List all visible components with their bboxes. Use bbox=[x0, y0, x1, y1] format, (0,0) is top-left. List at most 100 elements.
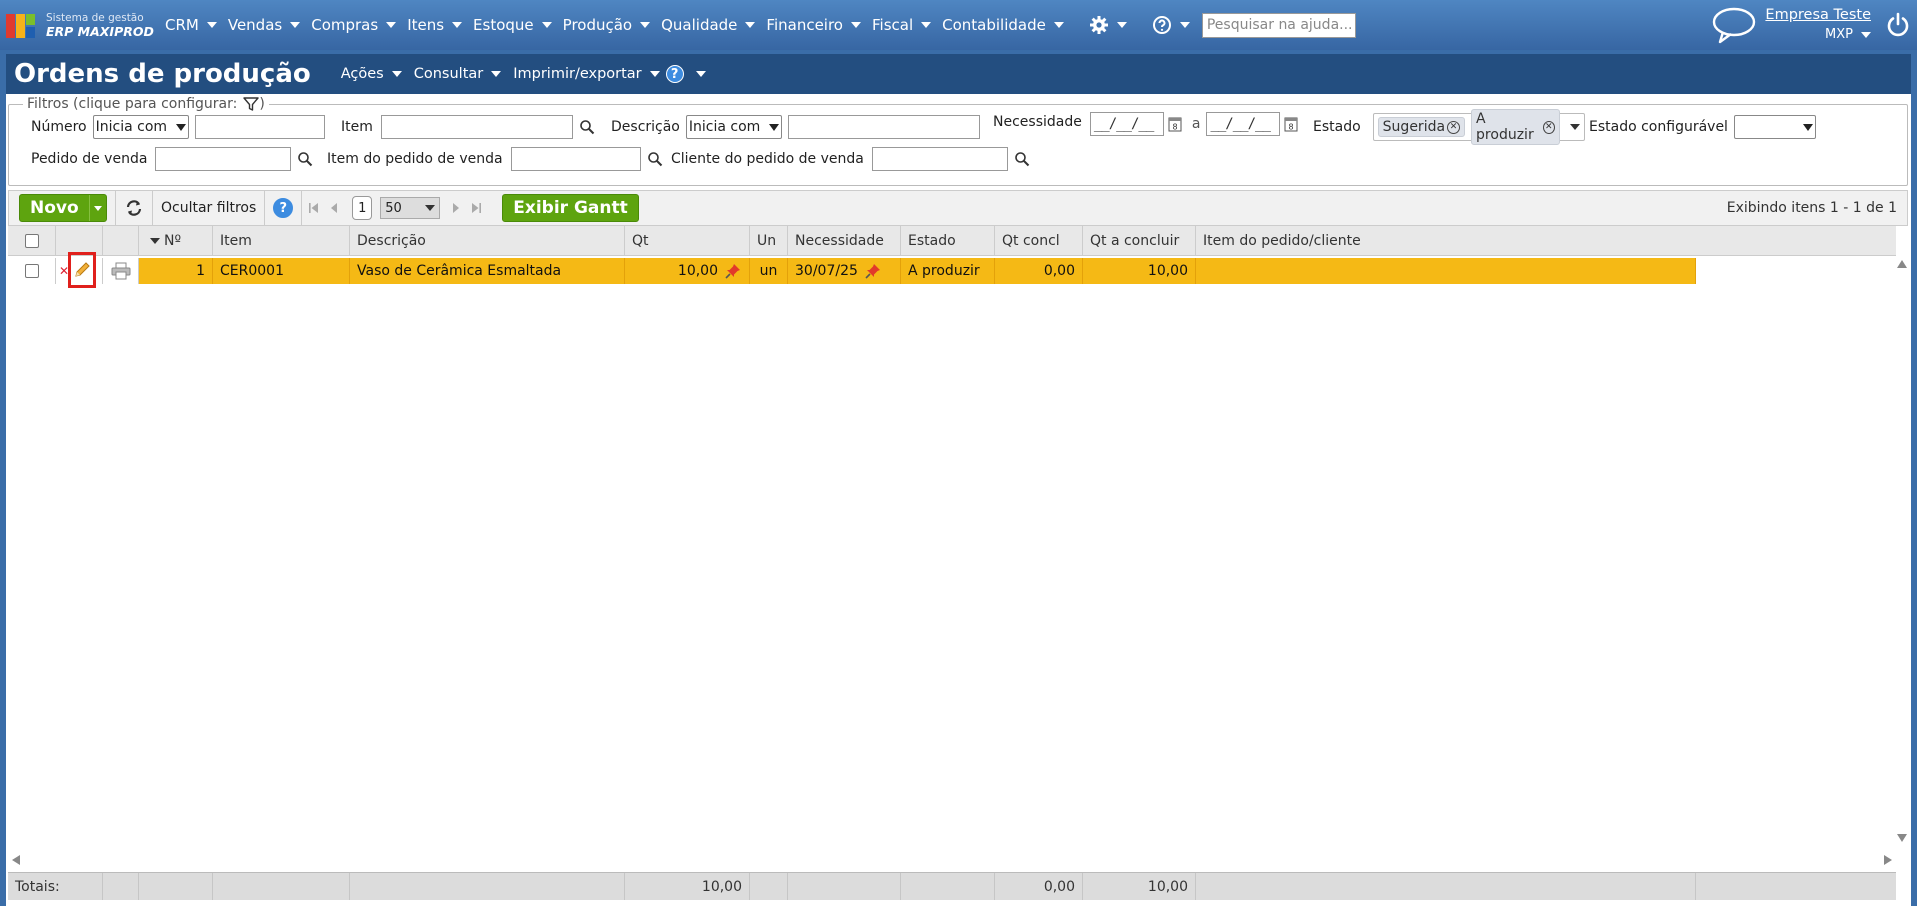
column-header-item[interactable]: Item bbox=[213, 226, 350, 255]
numero-input[interactable] bbox=[194, 115, 325, 139]
help-menu[interactable] bbox=[1138, 15, 1190, 35]
top-navigation-bar: Sistema de gestão ERP MAXIPROD CRM Venda… bbox=[0, 0, 1917, 50]
table-row[interactable]: ✕ 1 CER0001 Vaso de Cerâmica Esmaltada 1… bbox=[8, 252, 1696, 288]
search-icon[interactable] bbox=[1014, 151, 1030, 167]
menu-financeiro[interactable]: Financeiro bbox=[766, 16, 861, 34]
edit-button[interactable] bbox=[68, 252, 96, 288]
estado-multiselect[interactable]: Sugerida ✕ A produzir ✕ bbox=[1372, 109, 1585, 145]
exibir-gantt-button[interactable]: Exibir Gantt bbox=[502, 194, 639, 222]
remove-tag-icon[interactable]: ✕ bbox=[1447, 120, 1461, 134]
estado-configuravel-select[interactable] bbox=[1733, 115, 1816, 139]
chat-bubble-icon[interactable] bbox=[1711, 5, 1757, 45]
menu-crm[interactable]: CRM bbox=[165, 16, 217, 34]
records-count: Exibindo itens 1 - 1 de 1 bbox=[1726, 200, 1897, 216]
hide-filters-button[interactable]: Ocultar filtros bbox=[153, 200, 264, 216]
column-header-un[interactable]: Un bbox=[750, 226, 788, 255]
page-size-select[interactable]: 50 bbox=[380, 197, 441, 219]
column-header-qt[interactable]: Qt bbox=[625, 226, 750, 255]
search-icon[interactable] bbox=[647, 151, 663, 167]
column-header-necessidade[interactable]: Necessidade bbox=[788, 226, 901, 255]
vertical-scrollbar[interactable] bbox=[1896, 256, 1908, 846]
search-icon[interactable] bbox=[297, 151, 313, 167]
pedido-venda-input[interactable] bbox=[155, 147, 292, 171]
total-qt-a-concluir: 10,00 bbox=[1083, 873, 1196, 900]
logo-icon bbox=[6, 10, 42, 40]
column-header-qt-a-concluir[interactable]: Qt a concluir bbox=[1083, 226, 1196, 255]
help-icon: ? bbox=[665, 65, 684, 83]
menu-imprimir-exportar[interactable]: Imprimir/exportar bbox=[513, 66, 660, 82]
item-input[interactable] bbox=[380, 115, 573, 139]
pin-icon[interactable] bbox=[864, 262, 882, 280]
menu-producao[interactable]: Produção bbox=[563, 16, 651, 34]
chevron-down-icon bbox=[851, 22, 861, 28]
chevron-down-icon bbox=[541, 22, 552, 28]
printer-icon[interactable] bbox=[111, 262, 131, 280]
company-link[interactable]: Empresa Teste bbox=[1765, 7, 1871, 23]
chevron-down-icon bbox=[921, 22, 932, 28]
estado-tag: A produzir ✕ bbox=[1471, 109, 1560, 145]
descricao-label: Descrição bbox=[611, 119, 680, 135]
column-header-estado[interactable]: Estado bbox=[901, 226, 995, 255]
cell-qt: 10,00 bbox=[625, 258, 750, 284]
row-print-cell bbox=[103, 258, 139, 284]
refresh-icon[interactable] bbox=[124, 198, 144, 218]
novo-dropdown-toggle[interactable] bbox=[88, 195, 106, 221]
filters-legend[interactable]: Filtros (clique para configurar: ) bbox=[23, 96, 269, 112]
page-header: Ordens de produção Ações Consultar Impri… bbox=[6, 54, 1911, 94]
filters-panel: Filtros (clique para configurar: ) Númer… bbox=[8, 96, 1908, 186]
help-search-input[interactable] bbox=[1201, 12, 1356, 38]
descricao-mode-select[interactable]: Inicia com bbox=[685, 115, 782, 139]
menu-compras[interactable]: Compras bbox=[311, 16, 397, 34]
column-header-numero[interactable]: Nº bbox=[139, 226, 213, 255]
necessidade-to-input[interactable]: __/__/__ bbox=[1206, 112, 1281, 136]
page-number-input[interactable]: 1 bbox=[352, 196, 373, 220]
sort-desc-icon bbox=[150, 237, 160, 244]
calendar-icon[interactable]: 8 bbox=[1168, 116, 1182, 132]
menu-vendas[interactable]: Vendas bbox=[228, 16, 301, 34]
remove-tag-icon[interactable]: ✕ bbox=[1542, 120, 1555, 134]
item-pedido-input[interactable] bbox=[510, 147, 641, 171]
first-page-icon[interactable] bbox=[308, 202, 320, 214]
descricao-input[interactable] bbox=[787, 115, 980, 139]
menu-itens[interactable]: Itens bbox=[407, 16, 463, 34]
cliente-pedido-input[interactable] bbox=[871, 147, 1008, 171]
next-page-icon[interactable] bbox=[450, 202, 462, 214]
numero-mode-select[interactable]: Inicia com bbox=[92, 115, 189, 139]
column-header-qt-concl[interactable]: Qt concl bbox=[995, 226, 1083, 255]
settings-menu[interactable] bbox=[1075, 15, 1127, 35]
menu-contabilidade[interactable]: Contabilidade bbox=[942, 16, 1064, 34]
funnel-icon[interactable] bbox=[243, 96, 260, 112]
chevron-down-icon[interactable] bbox=[1569, 124, 1580, 130]
calendar-icon[interactable]: 8 bbox=[1284, 116, 1298, 132]
row-checkbox[interactable] bbox=[24, 264, 39, 278]
pin-icon[interactable] bbox=[724, 262, 742, 280]
menu-estoque[interactable]: Estoque bbox=[473, 16, 552, 34]
user-menu[interactable]: MXP bbox=[1765, 25, 1871, 45]
estado-tag: Sugerida ✕ bbox=[1377, 117, 1466, 137]
chevron-down-icon bbox=[491, 71, 502, 77]
search-icon[interactable] bbox=[579, 119, 595, 135]
chevron-down-icon bbox=[391, 71, 402, 77]
page-help-menu[interactable]: ? bbox=[665, 65, 706, 83]
menu-consultar[interactable]: Consultar bbox=[414, 66, 502, 82]
select-all-checkbox[interactable] bbox=[24, 233, 39, 248]
menu-fiscal[interactable]: Fiscal bbox=[872, 16, 932, 34]
menu-acoes[interactable]: Ações bbox=[341, 66, 402, 82]
novo-button[interactable]: Novo bbox=[19, 194, 107, 222]
horizontal-scrollbar[interactable] bbox=[8, 854, 1896, 866]
production-orders-grid: Nº Item Descrição Qt Un Necessidade Esta… bbox=[8, 226, 1908, 906]
svg-text:8: 8 bbox=[1289, 123, 1294, 132]
necessidade-from-input[interactable]: __/__/__ bbox=[1089, 112, 1164, 136]
menu-qualidade[interactable]: Qualidade bbox=[661, 16, 756, 34]
erp-logo[interactable]: Sistema de gestão ERP MAXIPROD bbox=[6, 10, 154, 40]
power-icon[interactable] bbox=[1885, 12, 1911, 38]
help-icon[interactable]: ? bbox=[273, 198, 294, 218]
column-header-item-pedido[interactable]: Item do pedido/cliente bbox=[1196, 226, 1896, 255]
chevron-down-icon bbox=[1116, 22, 1127, 28]
last-page-icon[interactable] bbox=[470, 202, 482, 214]
column-header-descricao[interactable]: Descrição bbox=[350, 226, 625, 255]
total-qt: 10,00 bbox=[625, 873, 750, 900]
help-circle-icon bbox=[1152, 16, 1171, 34]
cell-item-pedido bbox=[1196, 258, 1696, 284]
previous-page-icon[interactable] bbox=[328, 202, 340, 214]
